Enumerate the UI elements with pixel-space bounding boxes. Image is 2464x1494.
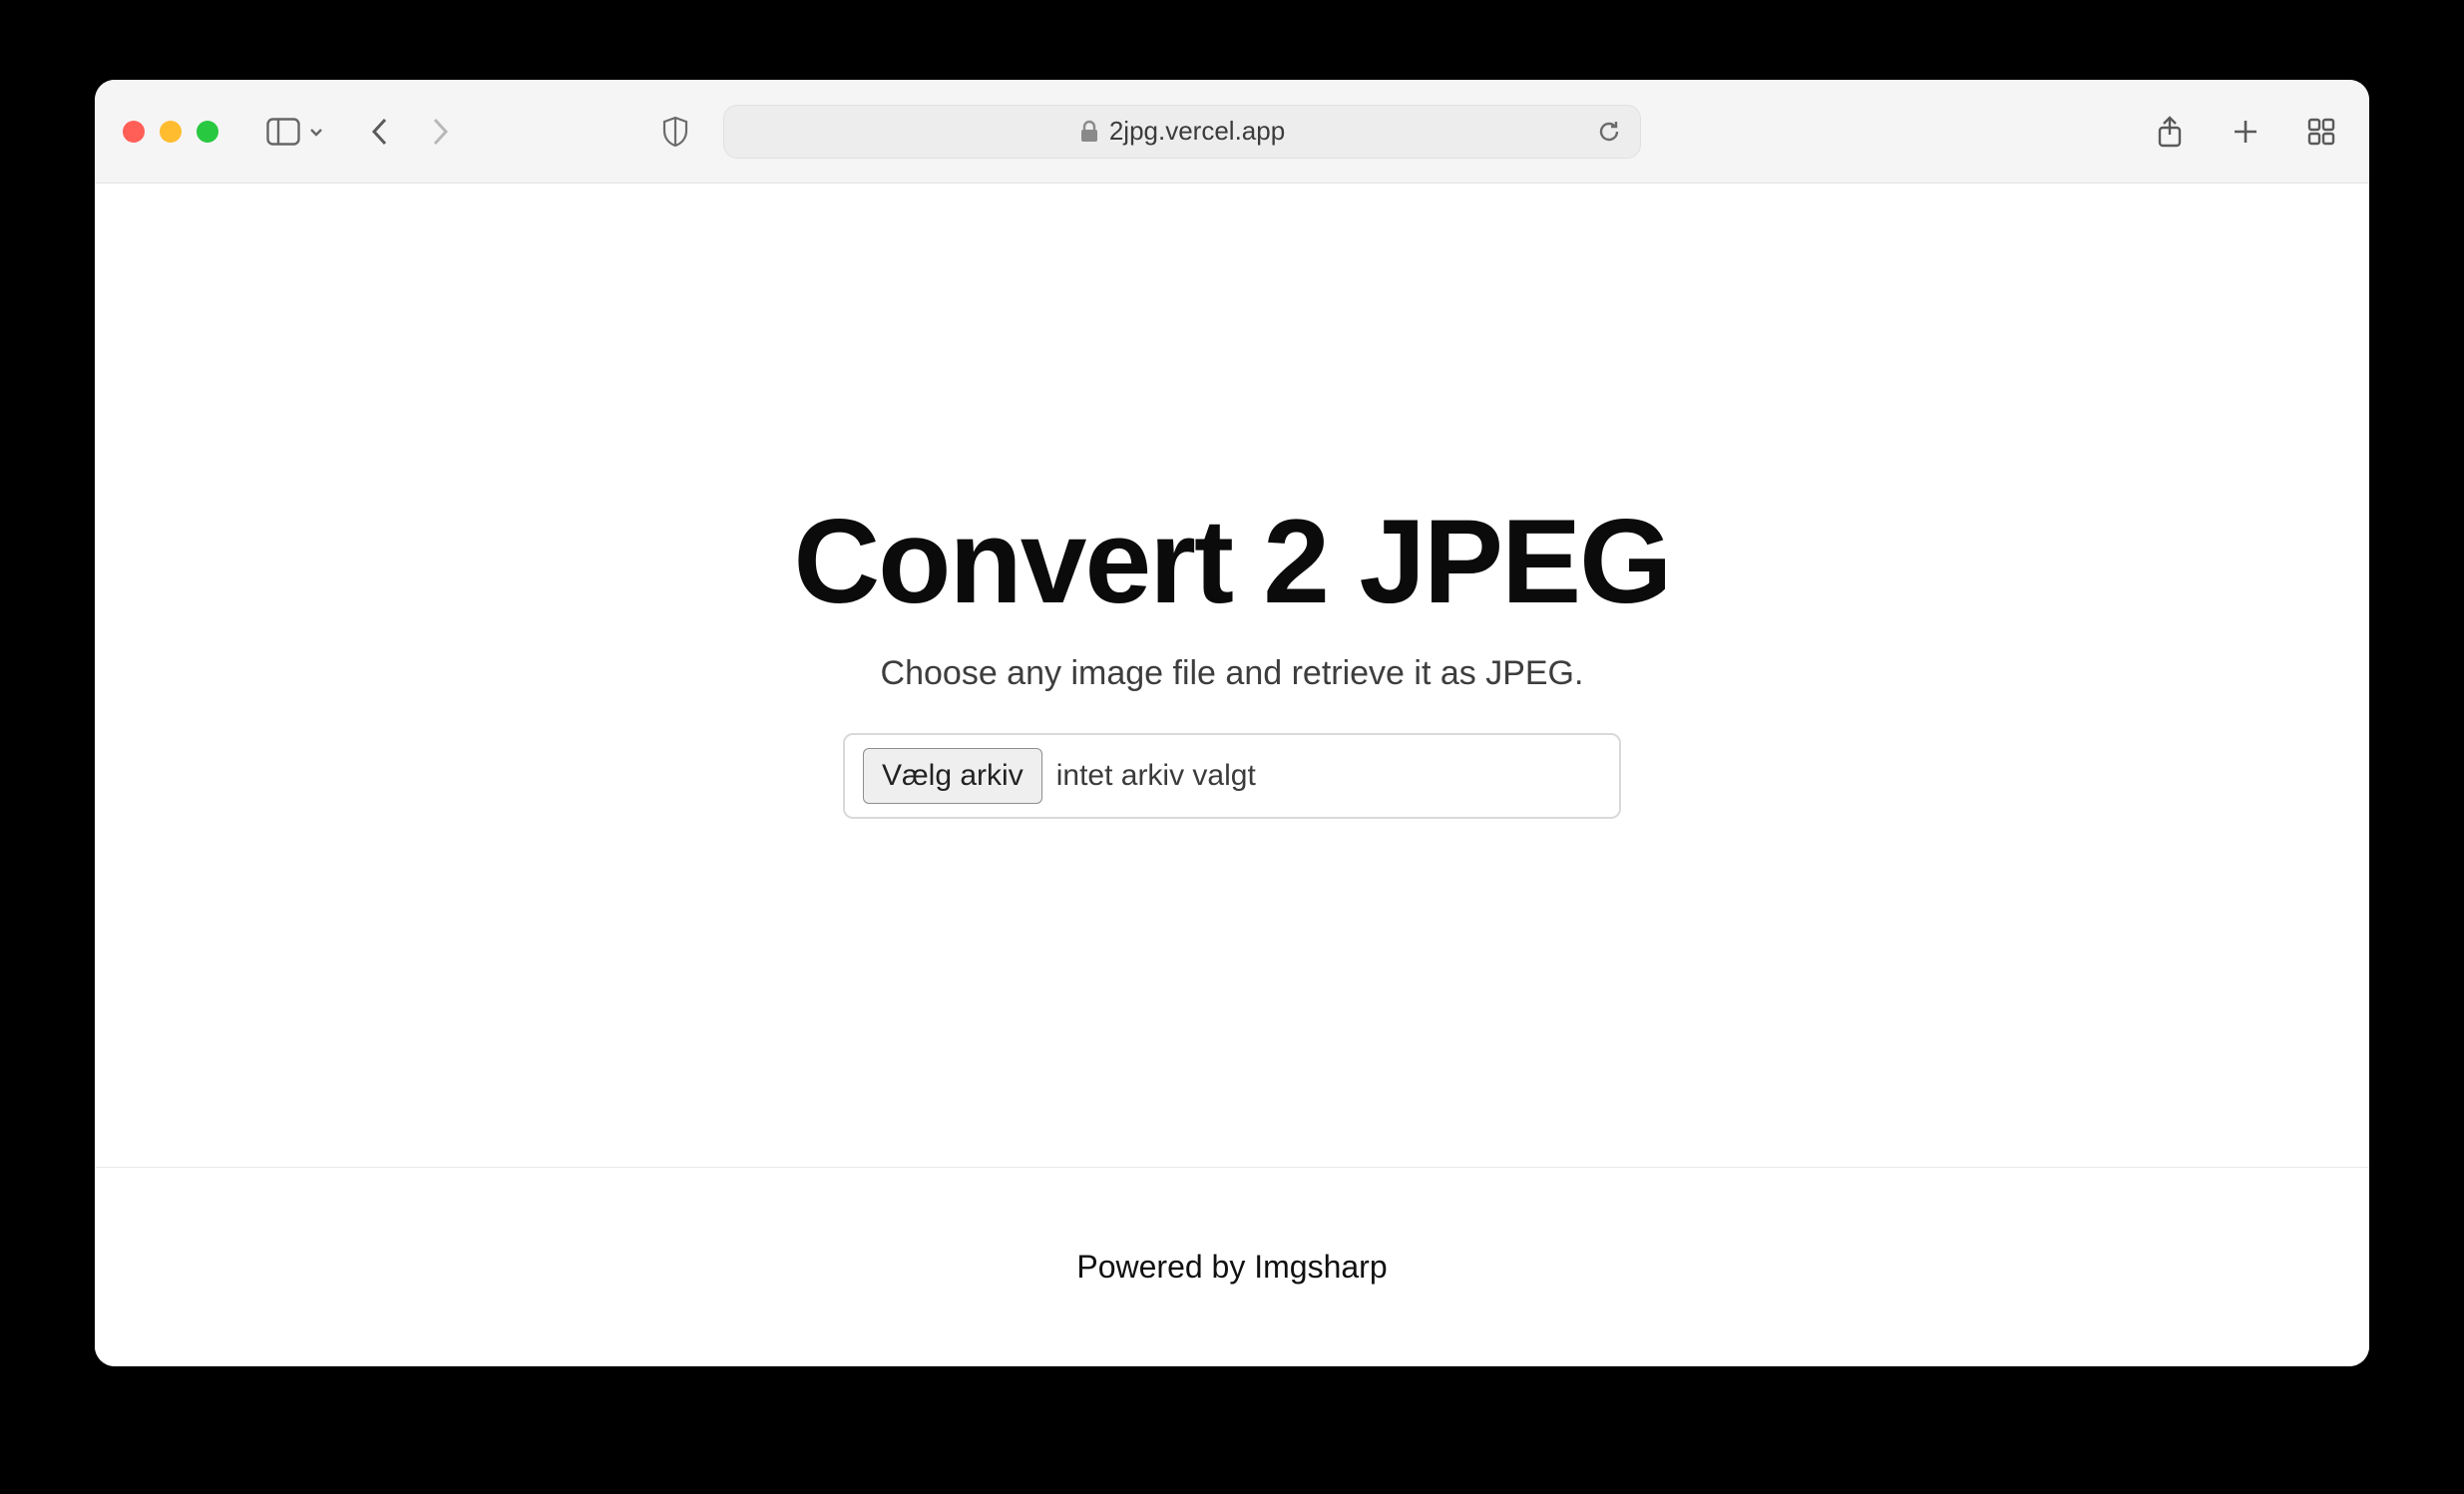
file-input[interactable]: Vælg arkiv intet arkiv valgt [843, 733, 1621, 819]
chevron-left-icon [369, 117, 391, 147]
close-window-button[interactable] [123, 121, 145, 143]
browser-toolbar: 2jpg.vercel.app [95, 80, 2369, 184]
browser-window: 2jpg.vercel.app [95, 80, 2369, 1366]
share-button[interactable] [2150, 112, 2190, 152]
minimize-window-button[interactable] [160, 121, 182, 143]
sidebar-icon [266, 118, 300, 146]
file-choose-button[interactable]: Vælg arkiv [863, 748, 1042, 804]
page-content: Convert 2 JPEG Choose any image file and… [95, 184, 2369, 1366]
page-title: Convert 2 JPEG [794, 493, 1671, 630]
toolbar-right [2150, 112, 2341, 152]
window-controls [123, 121, 218, 143]
page-subtitle: Choose any image file and retrieve it as… [881, 654, 1584, 693]
maximize-window-button[interactable] [197, 121, 218, 143]
chevron-right-icon [429, 117, 451, 147]
file-status-text: intet arkiv valgt [1056, 759, 1256, 793]
url-text: 2jpg.vercel.app [1109, 116, 1285, 147]
grid-icon [2307, 118, 2335, 146]
reload-button[interactable] [1596, 119, 1622, 145]
page-footer: Powered by Imgsharp [95, 1167, 2369, 1366]
chevron-down-icon [308, 124, 324, 140]
nav-arrows [360, 112, 460, 152]
footer-text: Powered by Imgsharp [1076, 1249, 1387, 1286]
forward-button[interactable] [420, 112, 460, 152]
plus-icon [2232, 118, 2259, 146]
back-button[interactable] [360, 112, 400, 152]
new-tab-button[interactable] [2226, 112, 2265, 152]
tab-overview-button[interactable] [2301, 112, 2341, 152]
main-content: Convert 2 JPEG Choose any image file and… [95, 184, 2369, 1167]
address-bar[interactable]: 2jpg.vercel.app [723, 105, 1641, 159]
privacy-shield-button[interactable] [655, 112, 695, 152]
shield-icon [661, 116, 689, 148]
sidebar-toggle[interactable] [266, 118, 324, 146]
reload-icon [1596, 119, 1622, 145]
share-icon [2156, 115, 2184, 149]
lock-icon [1079, 120, 1099, 144]
